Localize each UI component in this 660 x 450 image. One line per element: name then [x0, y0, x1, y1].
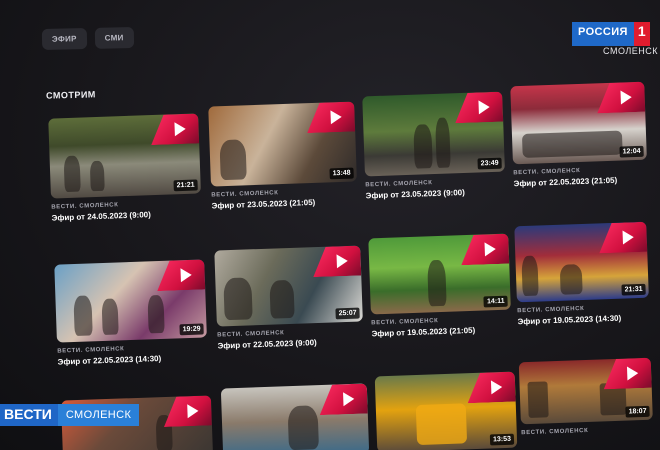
play-logo-icon — [150, 113, 199, 145]
video-thumbnail[interactable]: 21:31 — [514, 221, 649, 303]
channel-name: РОССИЯ — [572, 22, 634, 46]
video-date: Эфир от 19.05.2023 (14:30) — [517, 313, 622, 327]
video-card[interactable]: 23:49 ВЕСТИ. СМОЛЕНСК Эфир от 23.05.2023… — [362, 91, 506, 201]
video-card[interactable]: 14:11 ВЕСТИ. СМОЛЕНСК Эфир от 19.05.2023… — [368, 233, 511, 339]
video-date: Эфир от 24.05.2023 (9:00) — [51, 210, 151, 223]
duration-badge: 14:11 — [483, 295, 508, 308]
video-card[interactable]: 13:48 ВЕСТИ. СМОЛЕНСК Эфир от 23.05.2023… — [208, 101, 358, 211]
video-thumbnail[interactable] — [220, 383, 370, 450]
tv-screen: ЭФИР СМИ СМОТРИМ 21:21 ВЕСТИ. СМОЛЕНСК Э… — [0, 0, 660, 450]
video-thumbnail[interactable]: 13:48 — [208, 101, 357, 187]
video-card[interactable]: 21:31 ВЕСТИ. СМОЛЕНСК Эфир от 19.05.2023… — [514, 221, 649, 327]
duration-badge: 19:29 — [179, 323, 204, 336]
video-date: Эфир от 22.05.2023 (14:30) — [57, 353, 162, 367]
duration-badge: 13:53 — [489, 433, 515, 446]
video-source: ВЕСТИ. СМОЛЕНСК — [521, 427, 589, 437]
play-logo-icon — [603, 358, 652, 390]
play-logo-icon — [319, 383, 368, 415]
video-card[interactable]: 12:04 ВЕСТИ. СМОЛЕНСК Эфир от 22.05.2023… — [510, 81, 647, 189]
play-logo-icon — [460, 234, 509, 266]
video-thumbnail[interactable]: 25:07 — [214, 245, 363, 327]
play-logo-icon — [156, 259, 205, 291]
duration-badge: 21:31 — [621, 283, 646, 296]
channel-city: СМОЛЕНСК — [603, 46, 658, 56]
video-thumbnail[interactable]: 19:29 — [54, 259, 207, 343]
play-logo-icon — [596, 82, 645, 114]
play-logo-icon — [163, 395, 212, 427]
program-name: ВЕСТИ — [0, 404, 58, 426]
video-card[interactable]: 25:07 ВЕСТИ. СМОЛЕНСК Эфир от 22.05.2023… — [214, 245, 363, 351]
duration-badge: 12:04 — [619, 145, 644, 158]
video-card[interactable]: 21:21 ВЕСТИ. СМОЛЕНСК Эфир от 24.05.2023… — [48, 113, 202, 223]
video-thumbnail[interactable]: 12:04 — [510, 81, 647, 165]
video-date: Эфир от 23.05.2023 (9:00) — [365, 187, 465, 201]
video-grid: 21:21 ВЕСТИ. СМОЛЕНСК Эфир от 24.05.2023… — [0, 0, 660, 450]
play-logo-icon — [467, 372, 516, 404]
program-strap: ВЕСТИ СМОЛЕНСК — [0, 404, 140, 426]
video-card[interactable] — [220, 383, 370, 450]
play-logo-icon — [312, 245, 361, 277]
video-thumbnail[interactable]: 13:53 — [374, 371, 518, 450]
duration-badge: 13:48 — [329, 167, 354, 180]
video-card[interactable]: 19:29 ВЕСТИ. СМОЛЕНСК Эфир от 22.05.2023… — [54, 259, 207, 367]
channel-number: 1 — [633, 22, 650, 46]
video-thumbnail[interactable]: 18:07 — [518, 357, 653, 425]
play-logo-icon — [454, 92, 503, 124]
video-thumbnail[interactable]: 23:49 — [362, 91, 505, 177]
video-date: Эфир от 22.05.2023 (21:05) — [513, 175, 618, 189]
duration-badge: 23:49 — [477, 157, 502, 170]
channel-logo: РОССИЯ 1 — [572, 22, 660, 46]
duration-badge: 18:07 — [625, 405, 650, 418]
video-card[interactable]: 18:07 ВЕСТИ. СМОЛЕНСК — [518, 357, 654, 437]
program-city: СМОЛЕНСК — [57, 404, 140, 426]
play-logo-icon — [306, 101, 355, 133]
duration-badge: 25:07 — [335, 307, 360, 320]
video-date: Эфир от 22.05.2023 (9:00) — [217, 338, 317, 351]
video-card[interactable]: 13:53 — [374, 371, 518, 450]
video-date: Эфир от 23.05.2023 (21:05) — [211, 197, 316, 211]
video-thumbnail[interactable]: 14:11 — [368, 233, 511, 315]
duration-badge: 21:21 — [173, 179, 198, 192]
video-date: Эфир от 19.05.2023 (21:05) — [371, 325, 476, 339]
video-thumbnail[interactable]: 21:21 — [48, 113, 201, 199]
play-logo-icon — [598, 222, 647, 254]
